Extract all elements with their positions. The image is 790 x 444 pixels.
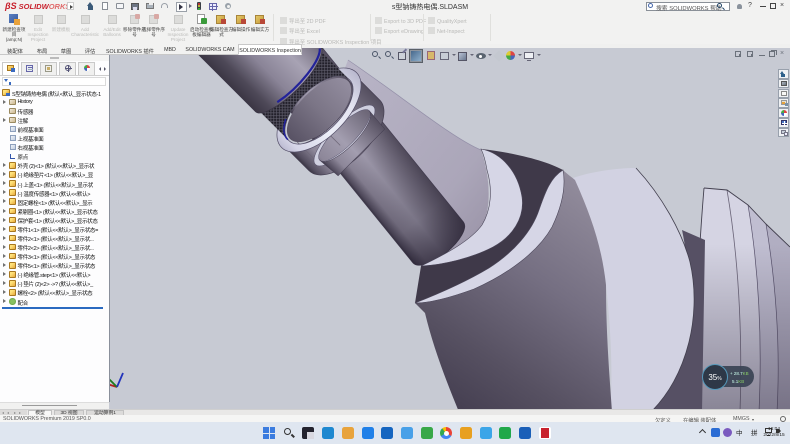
svg-text:+ 28.7KB: + 28.7KB xyxy=(730,371,749,376)
svg-text:5.1KB: 5.1KB xyxy=(732,379,744,384)
